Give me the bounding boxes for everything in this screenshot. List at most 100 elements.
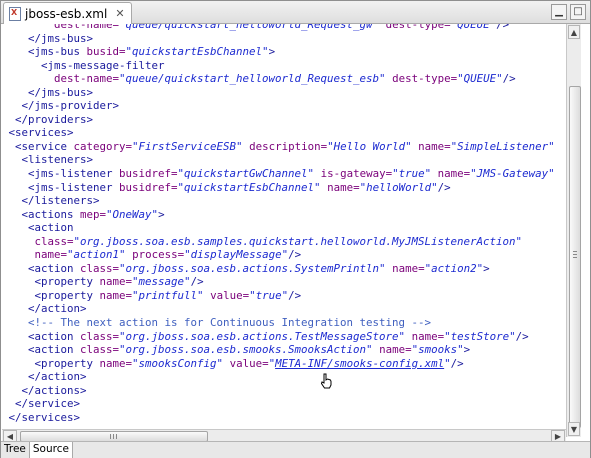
tab-source[interactable]: Source: [29, 442, 73, 458]
code-token: />: [450, 356, 464, 370]
code-token: </jms-bus>: [28, 85, 94, 99]
code-token: class=: [34, 234, 74, 248]
code-token: <services>: [8, 126, 74, 140]
code-token: dest-type=: [385, 24, 451, 31]
editor-tab-bar: X jboss-esb.xml ✕ ▁ □: [1, 1, 590, 24]
code-line: </jms-bus>: [2, 86, 555, 100]
code-line: </action>: [2, 302, 555, 316]
code-token: />: [190, 275, 204, 289]
code-token: </providers>: [15, 112, 94, 126]
code-token: name=: [437, 167, 471, 181]
code-token: dest-type=: [392, 72, 458, 86]
code-line: <jms-message-filter: [2, 59, 555, 73]
code-token: <action: [28, 221, 74, 235]
code-line: </providers>: [2, 113, 555, 127]
code-token: "SimpleListener": [450, 139, 555, 153]
code-token: class=: [80, 329, 120, 343]
code-token: "FirstServiceESB": [132, 139, 243, 153]
code-token: />: [288, 248, 302, 262]
code-token: busidref=: [119, 167, 178, 181]
code-token: name=: [379, 343, 412, 357]
close-tab-icon[interactable]: ✕: [115, 7, 124, 20]
scroll-down-arrow-icon[interactable]: ▼: [568, 422, 580, 436]
tab-tree[interactable]: Tree: [1, 442, 30, 458]
code-line: name="action1" process="displayMessage"/…: [2, 248, 555, 262]
code-line: <jms-bus busid="quickstartEsbChannel">: [2, 45, 555, 59]
code-token: "org.jboss.soa.esb.actions.SystemPrintln…: [119, 261, 386, 275]
xml-source-editor[interactable]: dest-name="queue/quickstart_helloworld_R…: [2, 24, 565, 428]
code-token: dest-name=: [54, 24, 120, 31]
code-token: "helloWorld": [359, 180, 438, 194]
code-token: "org.jboss.soa.esb.smooks.SmooksAction": [119, 343, 373, 357]
code-token: mep=: [80, 207, 107, 221]
code-line: <action class="org.jboss.soa.esb.actions…: [2, 330, 555, 344]
code-token: is-gateway=: [320, 167, 393, 181]
code-token: />: [496, 24, 510, 31]
code-token: </jms-provider>: [21, 99, 120, 113]
vertical-scroll-thumb[interactable]: [569, 86, 581, 428]
code-line: <jms-listener busidref="quickstartGwChan…: [2, 167, 555, 181]
source-code: dest-name="queue/quickstart_helloworld_R…: [2, 24, 555, 424]
editor-tab-jboss-esb-xml[interactable]: X jboss-esb.xml ✕: [3, 2, 132, 24]
file-path-link[interactable]: META-INF/smooks-config.xml: [275, 357, 444, 370]
code-line: <service category="FirstServiceESB" desc…: [2, 140, 555, 154]
code-token: >: [463, 343, 471, 357]
code-line: </jms-bus>: [2, 32, 555, 46]
code-token: "org.jboss.soa.esb.samples.quickstart.he…: [73, 234, 523, 248]
code-token: "action1": [67, 248, 126, 262]
code-token: <jms-message-filter: [41, 58, 165, 72]
vertical-scrollbar[interactable]: ▲ ▼: [566, 24, 581, 437]
code-token: dest-name=: [54, 72, 120, 86]
code-line: dest-name="queue/quickstart_helloworld_R…: [2, 24, 555, 32]
code-token: <jms-listener: [28, 167, 120, 181]
code-line: <!-- The next action is for Continuous I…: [2, 316, 555, 330]
code-token: busidref=: [119, 180, 178, 194]
code-token: "message": [132, 275, 191, 289]
code-token: name=: [34, 248, 68, 262]
code-token: name=: [99, 275, 133, 289]
code-token: "QUEUE": [450, 24, 497, 31]
code-token: >: [483, 261, 490, 275]
code-line: class="org.jboss.soa.esb.samples.quickst…: [2, 235, 555, 249]
minimize-button[interactable]: ▁: [551, 4, 567, 20]
code-token: "true": [249, 288, 289, 302]
code-line: <listeners>: [2, 153, 555, 167]
maximize-button[interactable]: □: [570, 4, 586, 20]
editor-tab-title: jboss-esb.xml: [25, 6, 108, 21]
code-line: <action class="org.jboss.soa.esb.smooks.…: [2, 343, 555, 357]
code-line: </services>: [2, 411, 555, 425]
code-token: />: [437, 180, 451, 194]
code-token: />: [515, 329, 529, 343]
scroll-up-arrow-icon[interactable]: ▲: [568, 25, 580, 39]
code-line: <property name="smooksConfig" value="MET…: [2, 357, 555, 371]
code-line: dest-name="queue/quickstart_helloworld_R…: [2, 72, 555, 86]
code-token: "Hello World": [327, 139, 412, 153]
code-token: </jms-bus>: [28, 31, 94, 45]
code-token: "testStore": [444, 329, 516, 343]
code-line: <action class="org.jboss.soa.esb.actions…: [2, 262, 555, 276]
code-token: "displayMessage": [184, 248, 289, 262]
code-token: name=: [327, 180, 360, 194]
code-token: name=: [392, 261, 425, 275]
code-line: <services>: [2, 126, 555, 140]
code-token: "action2": [424, 261, 484, 275]
code-token: "printfull": [132, 288, 204, 302]
code-token: />: [288, 288, 302, 302]
editor-bottom-tabs: Tree Source: [1, 441, 590, 458]
